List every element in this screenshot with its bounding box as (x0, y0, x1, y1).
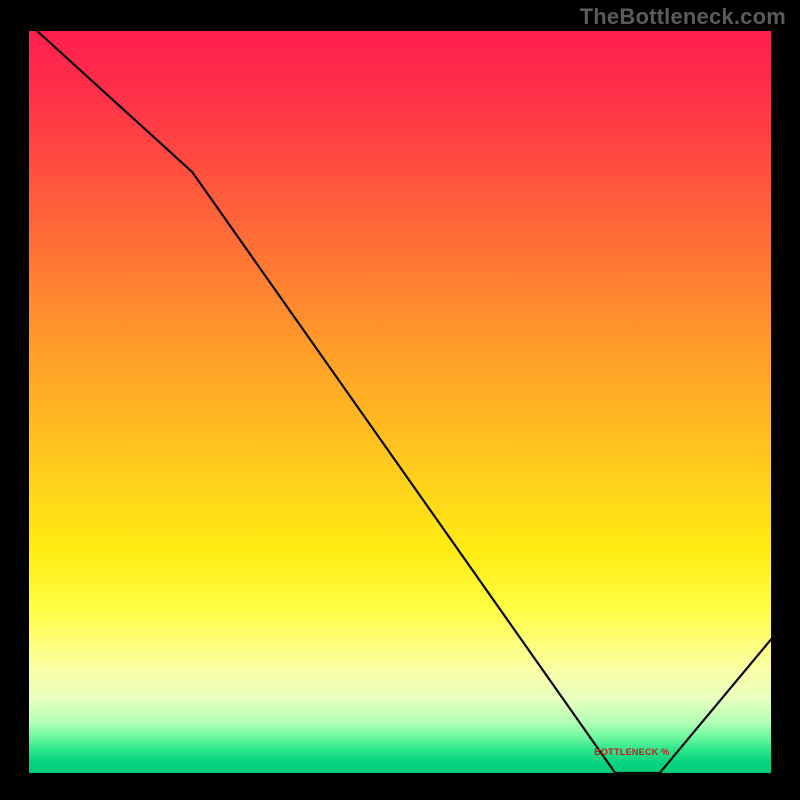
curve-path (29, 24, 771, 773)
watermark-text: TheBottleneck.com (580, 4, 786, 30)
series-label: BOTTLENECK % (594, 747, 670, 757)
bottleneck-curve (29, 31, 771, 773)
plot-area: BOTTLENECK % (28, 30, 772, 774)
chart-container: TheBottleneck.com BOTTLENECK % (0, 0, 800, 800)
